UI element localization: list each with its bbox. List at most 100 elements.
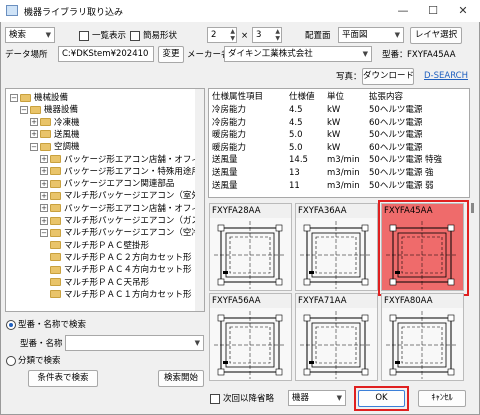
maker-dropdown[interactable]: ダイキン工業株式会社 ▼ — [224, 46, 372, 62]
tree-item[interactable]: マルチ形ＰＡＣ１方向カセット形 — [50, 289, 192, 301]
class-search-radio[interactable] — [6, 356, 16, 366]
spin-down-icon[interactable]: ▼ — [230, 35, 235, 42]
expand-icon[interactable]: + — [30, 118, 38, 127]
spec-table: 仕様属性項目 仕様値 単位 拡張内容 冷房能力 4.5 kW 50ヘルツ電源 冷房能力 4.5 kW… — [208, 88, 470, 198]
search-start-button[interactable]: 検索開始 — [158, 370, 204, 387]
thumbnail-label: FXYFA36AA — [296, 204, 377, 218]
cancel-button[interactable]: ｷｬﾝｾﾙ — [418, 390, 466, 407]
tree-item[interactable]: マルチ形ＰＡＣ天吊形 — [50, 277, 149, 289]
tree-item[interactable]: + マルチ形パッケージエアコン（室外機） — [40, 190, 204, 202]
category-dropdown[interactable]: 機器 ▼ — [288, 390, 346, 406]
tree-item-label: 機械設備 — [34, 93, 69, 103]
table-row: 冷房能力 4.5 kW 50ヘルツ電源 — [209, 105, 469, 116]
model-thumbnail[interactable]: FXYFA56AA — [209, 293, 292, 381]
tree-item[interactable]: マルチ形ＰＡＣ壁掛形 — [50, 240, 149, 252]
tree-item[interactable]: + パッケージ形エアコン・特殊用途用 — [40, 166, 200, 178]
expand-icon[interactable]: + — [40, 191, 48, 200]
category-tree[interactable]: −機械設備−機器設備+冷凍機+送風機−空調機+パッケージ形エアコン店舗・オフィス… — [5, 88, 205, 312]
name-search-radio[interactable] — [6, 320, 16, 330]
download-button[interactable]: ダウンロード — [362, 68, 414, 85]
ok-button[interactable]: OK — [358, 390, 405, 407]
tree-item-label: 送風機 — [54, 129, 80, 140]
list-view-checkbox[interactable] — [79, 31, 89, 41]
collapse-icon[interactable]: − — [20, 105, 28, 114]
table-cell: 50ヘルツ電源 — [369, 130, 423, 141]
data-location-field[interactable]: C:¥DKStem¥202410 — [58, 46, 154, 62]
tree-item[interactable]: + パッケージ形エアコン店舗・オフィス用（空 — [40, 154, 204, 166]
model-thumbnail[interactable]: FXYFA45AA — [378, 200, 469, 296]
tree-item[interactable]: + マルチ形パッケージエアコン（ガスＨＰ） — [40, 215, 204, 227]
rows-spinbox[interactable]: 3 ▲ ▼ — [252, 27, 282, 43]
expand-icon[interactable]: + — [40, 167, 48, 176]
search-mode-dropdown[interactable]: 検索 ▼ — [5, 27, 55, 43]
tree-item[interactable]: + パッケージエアコン関連部品 — [40, 178, 174, 190]
expand-icon[interactable]: + — [30, 130, 38, 139]
dsearch-link[interactable]: D-SEARCH — [424, 70, 468, 82]
tree-scrollbar[interactable] — [195, 89, 204, 311]
tree-item[interactable]: − 空調機 — [30, 141, 80, 153]
spin-up-icon[interactable]: ▲ — [230, 28, 235, 35]
thumbnail-label: FXYFA71AA — [296, 294, 377, 308]
model-thumbnail[interactable]: FXYFA28AA — [209, 203, 292, 291]
collapse-icon[interactable]: − — [40, 228, 48, 237]
layout-dropdown[interactable]: 平面図 ▼ — [338, 27, 404, 43]
condition-search-button[interactable]: 条件表で検索 — [28, 370, 98, 387]
folder-icon — [50, 241, 61, 250]
cols-spinbox[interactable]: 2 ▲ ▼ — [207, 27, 237, 43]
table-cell: 送風量 — [212, 155, 238, 166]
tree-item[interactable]: + 送風機 — [30, 129, 80, 141]
thumbnail-scrollbar[interactable] — [469, 201, 477, 387]
folder-icon — [50, 265, 61, 274]
model-thumbnail[interactable]: FXYFA36AA — [295, 203, 378, 291]
table-cell: kW — [327, 105, 341, 115]
collapse-icon[interactable]: − — [30, 142, 38, 151]
collapse-icon[interactable]: − — [10, 93, 18, 102]
tree-item-label: マルチ形ＰＡＣ壁掛形 — [64, 240, 150, 251]
spin-up-icon[interactable]: ▲ — [275, 28, 280, 35]
tree-item-label: マルチ形ＰＡＣ２方向カセット形 — [64, 252, 192, 263]
name-field[interactable]: ▼ — [65, 335, 204, 351]
tree-item[interactable]: − 機器設備 — [20, 104, 78, 116]
simple-shape-checkbox[interactable] — [130, 31, 140, 41]
table-cell: 4.5 — [289, 117, 303, 128]
model-thumbnail[interactable]: FXYFA80AA — [381, 293, 464, 381]
tree-item-label: マルチ形ＰＡＣ１方向カセット形 — [64, 289, 192, 300]
rows-value: 3 — [256, 30, 262, 40]
change-button[interactable]: 変更 — [158, 46, 184, 63]
spin-down-icon[interactable]: ▼ — [275, 35, 280, 42]
later-omit-checkbox[interactable] — [210, 394, 220, 404]
times-label: × — [241, 31, 249, 41]
table-cell: 送風量 — [212, 180, 238, 191]
maximize-button[interactable]: ☐ — [418, 2, 448, 20]
folder-icon — [50, 155, 61, 163]
column-header: 拡張内容 — [369, 92, 404, 102]
minimize-button[interactable]: — — [388, 2, 418, 20]
tree-item-label: 機器設備 — [44, 105, 79, 116]
scrollbar-thumb[interactable] — [471, 203, 474, 213]
tree-item[interactable]: + パッケージ形エアコン店舗・オフィス用（水 — [40, 203, 204, 215]
tree-item[interactable]: − 機械設備 — [10, 92, 68, 104]
tree-item[interactable]: マルチ形ＰＡＣ４方向カセット形 — [50, 264, 192, 276]
column-header: 単位 — [327, 92, 345, 102]
folder-icon — [40, 130, 51, 139]
app-icon — [6, 5, 18, 16]
expand-icon[interactable]: + — [40, 155, 48, 163]
tree-item-label: パッケージ形エアコン・特殊用途用 — [64, 166, 200, 177]
tree-item-label: パッケージ形エアコン店舗・オフィス用（水 — [64, 203, 204, 214]
table-cell: m3/min — [327, 180, 360, 191]
tree-item[interactable]: − マルチ形パッケージエアコン（空冷ＨＰ） — [40, 227, 204, 239]
thumbnail-grid: FXYFA28AA FXYFA36AA FXYFA45AA FXYFA56AA FXYF… — [208, 200, 470, 387]
expand-icon[interactable]: + — [40, 204, 48, 213]
layer-select-button[interactable]: レイヤ選択 — [410, 27, 462, 44]
close-button[interactable]: ✕ — [448, 2, 478, 20]
table-cell: m3/min — [327, 155, 360, 166]
unit-plan-drawing — [386, 311, 458, 379]
tree-item[interactable]: マルチ形ＰＡＣ２方向カセット形 — [50, 252, 192, 264]
unit-plan-drawing — [386, 221, 458, 289]
model-thumbnail[interactable]: FXYFA71AA — [295, 293, 378, 381]
tree-item[interactable]: + 冷凍機 — [30, 117, 80, 129]
table-cell: 冷房能力 — [212, 105, 247, 115]
expand-icon[interactable]: + — [40, 179, 48, 188]
expand-icon[interactable]: + — [40, 216, 48, 225]
window-title: 機器ライブラリ取り込み — [24, 8, 124, 18]
